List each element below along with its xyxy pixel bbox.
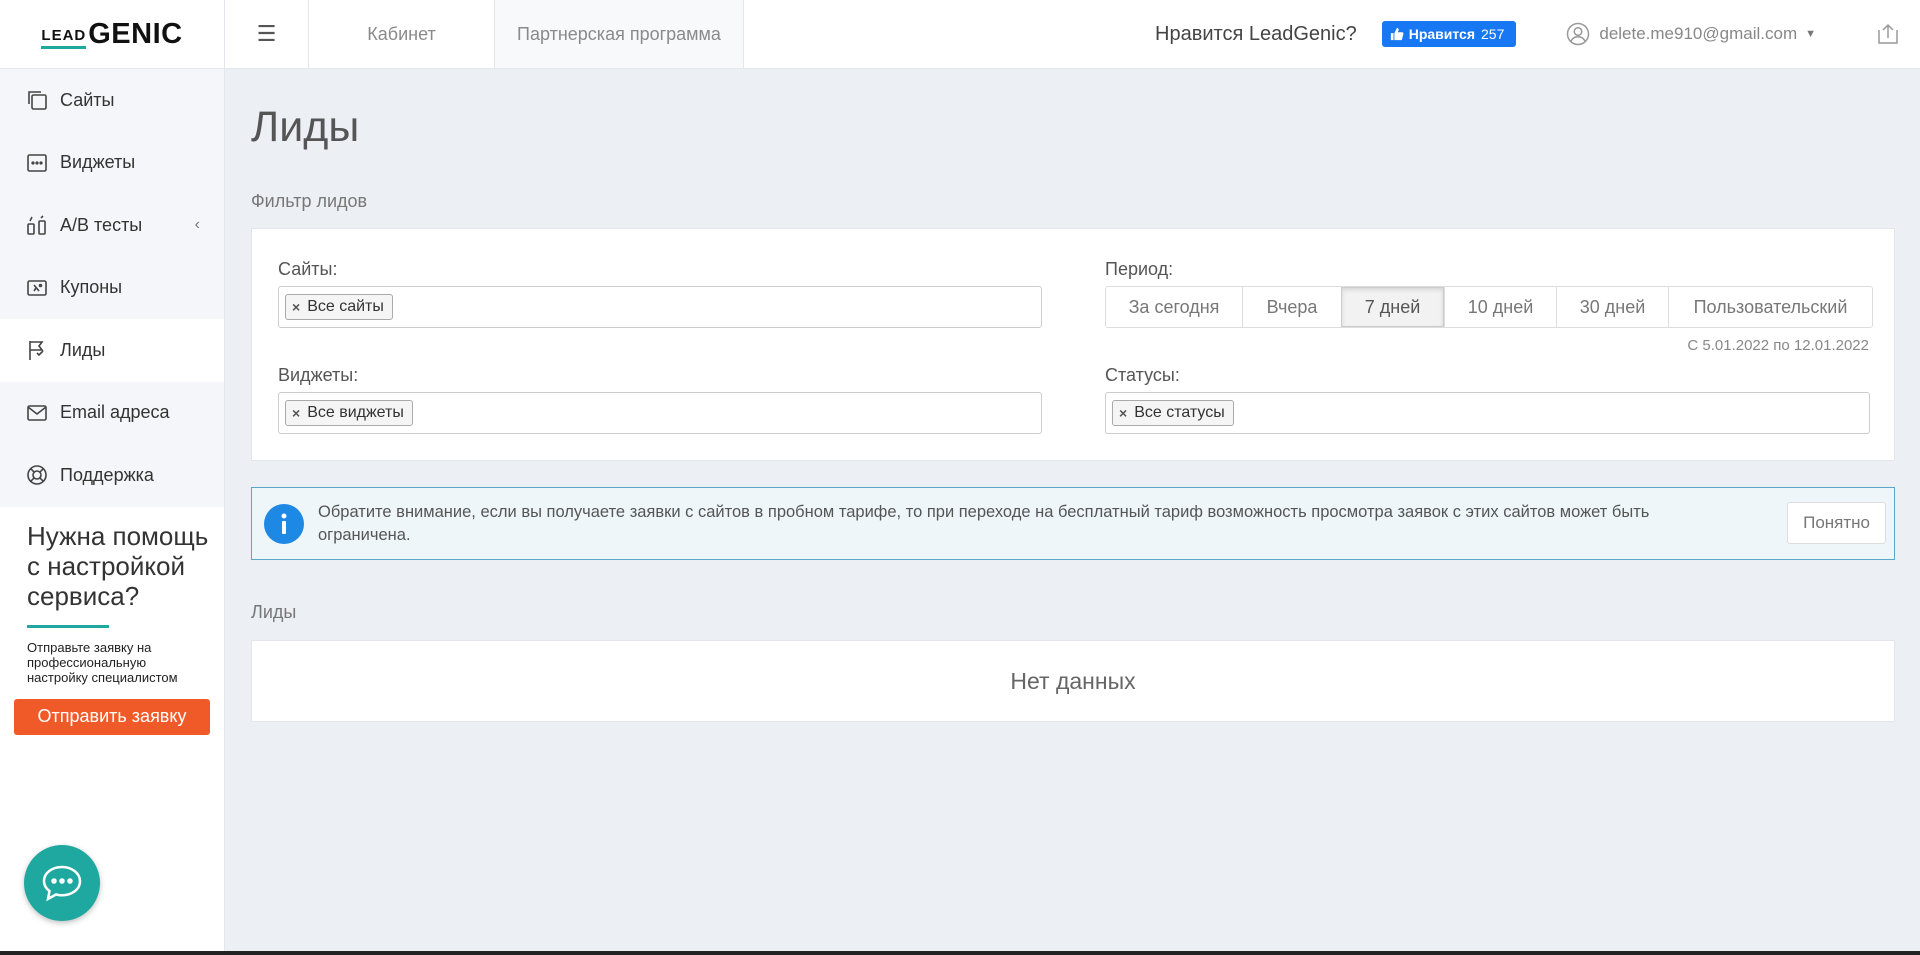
help-text: Отправьте заявку на профессиональную нас… [27,639,178,685]
statuses-select[interactable]: × Все статусы [1105,392,1870,434]
period-10-days-button[interactable]: 10 дней [1444,287,1556,327]
fb-like-label: Нравится [1408,26,1475,42]
coupons-icon [26,277,48,299]
widgets-icon [26,152,48,174]
chevron-left-icon: ‹ [194,216,200,234]
widgets-tag: × Все виджеты [285,400,413,426]
leads-section-title: Лиды [251,602,297,622]
sidebar-item-ab-tests[interactable]: A/B тесты ‹ [0,194,224,257]
period-today-button[interactable]: За сегодня [1106,287,1242,327]
sites-tag-label: Все сайты [307,298,384,315]
caret-down-icon: ▼ [1805,28,1816,40]
sidebar-item-coupons[interactable]: Купоны [0,256,224,319]
thumbs-up-icon [1390,27,1404,41]
tag-remove-icon[interactable]: × [292,299,300,315]
sidebar: Сайты Виджеты A/B тесты ‹ Купоны Лиды Em… [0,69,225,951]
user-avatar-icon [1566,22,1590,46]
tab-partner-program[interactable]: Партнерская программа [494,0,744,68]
period-7-days-button[interactable]: 7 дней [1341,287,1444,327]
info-icon [264,503,304,544]
leads-table: Нет данных [251,640,1895,722]
user-email: delete.me910@gmail.com [1599,24,1798,43]
no-data-text: Нет данных [1010,667,1136,694]
sidebar-item-email[interactable]: Email адреса [0,381,224,444]
leads-flag-icon [26,339,48,361]
facebook-like-button[interactable]: Нравится 257 [1381,21,1517,47]
leads-filter-panel: Сайты: × Все сайты Виджеты: × Все виджет… [251,228,1895,461]
period-button-group: За сегодня Вчера 7 дней 10 дней 30 дней … [1105,286,1873,328]
widgets-select[interactable]: × Все виджеты [278,392,1042,434]
sites-tag: × Все сайты [285,294,393,320]
widgets-label: Виджеты: [278,365,359,385]
sidebar-item-label: Виджеты [60,152,136,173]
sidebar-item-sites[interactable]: Сайты [0,69,224,132]
sidebar-item-label: A/B тесты [60,214,143,235]
hamburger-menu-icon[interactable]: ☰ [225,0,308,68]
tag-remove-icon[interactable]: × [1119,405,1127,421]
send-request-button[interactable]: Отправить заявку [14,698,210,735]
date-range-text: С 5.01.2022 по 12.01.2022 [1687,337,1869,354]
sidebar-item-widgets[interactable]: Виджеты [0,131,224,194]
chat-bubble-icon[interactable] [24,845,100,921]
help-title: Нужна помощь с настройкой сервиса? [27,520,209,611]
logo-lead-text: LEAD [41,28,87,49]
statuses-tag-label: Все статусы [1134,404,1225,421]
help-promo: Нужна помощь с настройкой сервиса? Отпра… [0,507,224,735]
sites-select[interactable]: × Все сайты [278,286,1042,328]
logout-icon[interactable] [1876,22,1900,46]
period-custom-button[interactable]: Пользовательский [1668,287,1872,327]
like-question-text: Нравится LeadGenic? [1155,22,1357,45]
statuses-label: Статусы: [1105,365,1180,385]
period-label: Период: [1105,259,1174,279]
sites-icon [26,89,48,111]
main-content: Лиды Фильтр лидов Сайты: × Все сайты Вид… [251,69,1895,722]
help-divider [27,624,109,628]
sidebar-item-label: Сайты [60,89,115,110]
ab-tests-icon [26,214,48,236]
fb-like-count: 257 [1481,26,1505,42]
widgets-tag-label: Все виджеты [307,404,404,421]
logo-container[interactable]: LEAD GENIC [0,0,225,69]
sidebar-item-label: Купоны [60,277,123,298]
sidebar-item-support[interactable]: Поддержка [0,444,224,507]
sidebar-item-label: Поддержка [60,464,154,485]
filter-section-title: Фильтр лидов [251,191,368,211]
leadgenic-logo[interactable]: LEAD GENIC [41,20,182,49]
notice-dismiss-button[interactable]: Понятно [1787,502,1886,544]
lifebuoy-icon [26,464,48,486]
tag-remove-icon[interactable]: × [292,405,300,421]
user-menu[interactable]: delete.me910@gmail.com ▼ [1566,22,1816,46]
app-root: LEAD GENIC ☰ Кабинет Партнерская програм… [0,0,1920,955]
period-yesterday-button[interactable]: Вчера [1242,287,1341,327]
page-title: Лиды [251,103,360,151]
logo-genic-text: GENIC [88,18,183,50]
notice-text: Обратите внимание, если вы получаете зая… [318,502,1650,544]
bottom-border [0,951,1920,955]
trial-notice-banner: Обратите внимание, если вы получаете зая… [251,487,1895,560]
header-right: Нравится LeadGenic? Нравится 257 delete.… [1155,0,1920,68]
sites-label: Сайты: [278,259,338,279]
sidebar-item-label: Лиды [60,339,106,360]
statuses-tag: × Все статусы [1112,400,1234,426]
tab-cabinet[interactable]: Кабинет [308,0,494,68]
envelope-icon [26,402,48,424]
period-30-days-button[interactable]: 30 дней [1556,287,1668,327]
sidebar-item-leads[interactable]: Лиды [0,319,224,382]
sidebar-item-label: Email адреса [60,402,170,423]
top-header: LEAD GENIC ☰ Кабинет Партнерская програм… [0,0,1920,69]
